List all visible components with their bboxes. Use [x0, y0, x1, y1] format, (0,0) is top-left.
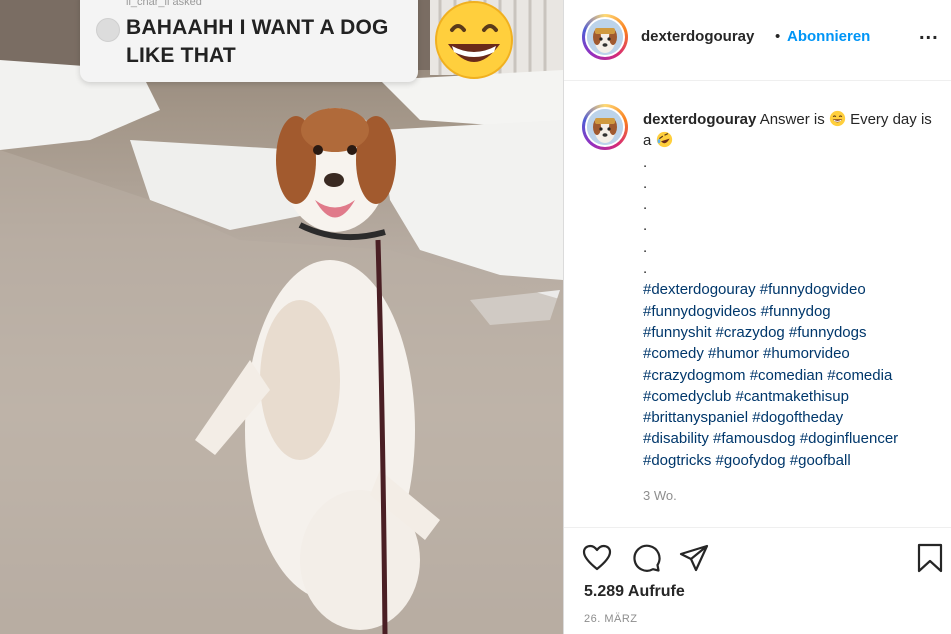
- hashtag-line[interactable]: #dogtricks #goofydog #goofball: [643, 450, 943, 471]
- more-options-icon[interactable]: ...: [919, 22, 939, 45]
- question-asker: li_char_li asked: [126, 0, 202, 8]
- heart-icon[interactable]: [582, 543, 612, 573]
- question-sticker: li_char_li asked BAHAAHH I WANT A DOG LI…: [80, 0, 418, 82]
- caption-username[interactable]: dexterdogouray: [643, 111, 756, 128]
- header-username[interactable]: dexterdogouray: [641, 28, 754, 45]
- video-frame: [0, 0, 563, 634]
- grinning-face-icon: [435, 1, 513, 79]
- hashtag-line[interactable]: #disability #famousdog #doginfluencer: [643, 428, 943, 449]
- caption-dot: .: [643, 217, 648, 235]
- caption-dot: .: [643, 238, 648, 256]
- actions-divider: [564, 527, 951, 528]
- caption-dot: .: [643, 153, 648, 171]
- asker-avatar: [96, 18, 120, 42]
- hashtag-list: #dexterdogouray #funnydogvideo #funnydog…: [643, 279, 943, 471]
- post-video[interactable]: li_char_li asked BAHAAHH I WANT A DOG LI…: [0, 0, 563, 634]
- pane-divider: [563, 0, 564, 634]
- dog-avatar-image: [587, 109, 623, 145]
- bookmark-icon[interactable]: [915, 543, 945, 573]
- hashtag-line[interactable]: #funnyshit #crazydog #funnydogs: [643, 322, 943, 343]
- dog-avatar-image: [587, 19, 623, 55]
- post-caption: dexterdogouray Answer is Every day is a …: [643, 109, 943, 471]
- question-text: BAHAAHH I WANT A DOG LIKE THAT: [126, 16, 389, 67]
- hashtag-line[interactable]: #comedyclub #cantmakethisup: [643, 386, 943, 407]
- hashtag-line[interactable]: #funnydogvideos #funnydog: [643, 301, 943, 322]
- caption-text-before: Answer is: [759, 111, 825, 128]
- post-date[interactable]: 26. MÄRZ: [584, 613, 638, 625]
- caption-timestamp[interactable]: 3 Wo.: [643, 488, 677, 503]
- rofl-face-icon: [656, 132, 672, 148]
- separator-dot: •: [775, 28, 781, 45]
- follow-button[interactable]: Abonnieren: [787, 28, 870, 45]
- hashtag-line[interactable]: #comedy #humor #humorvideo: [643, 343, 943, 364]
- hashtag-line[interactable]: #crazydogmom #comedian #comedia: [643, 365, 943, 386]
- caption-dot: .: [643, 196, 648, 214]
- caption-avatar[interactable]: [582, 104, 628, 150]
- caption-dot: .: [643, 174, 648, 192]
- comment-icon[interactable]: [631, 543, 661, 573]
- avatar[interactable]: [582, 14, 628, 60]
- caption-dot: .: [643, 260, 648, 278]
- caption-text: dexterdogouray Answer is Every day is a: [643, 109, 943, 152]
- share-icon[interactable]: [679, 543, 709, 573]
- view-count[interactable]: 5.289 Aufrufe: [584, 583, 685, 601]
- grinning-face-icon: [829, 110, 846, 127]
- caption-dots: . . . . . .: [643, 152, 943, 280]
- hashtag-line[interactable]: #dexterdogouray #funnydogvideo: [643, 279, 943, 300]
- post-header: dexterdogouray • Abonnieren ...: [564, 0, 951, 81]
- hashtag-line[interactable]: #brittanyspaniel #dogoftheday: [643, 407, 943, 428]
